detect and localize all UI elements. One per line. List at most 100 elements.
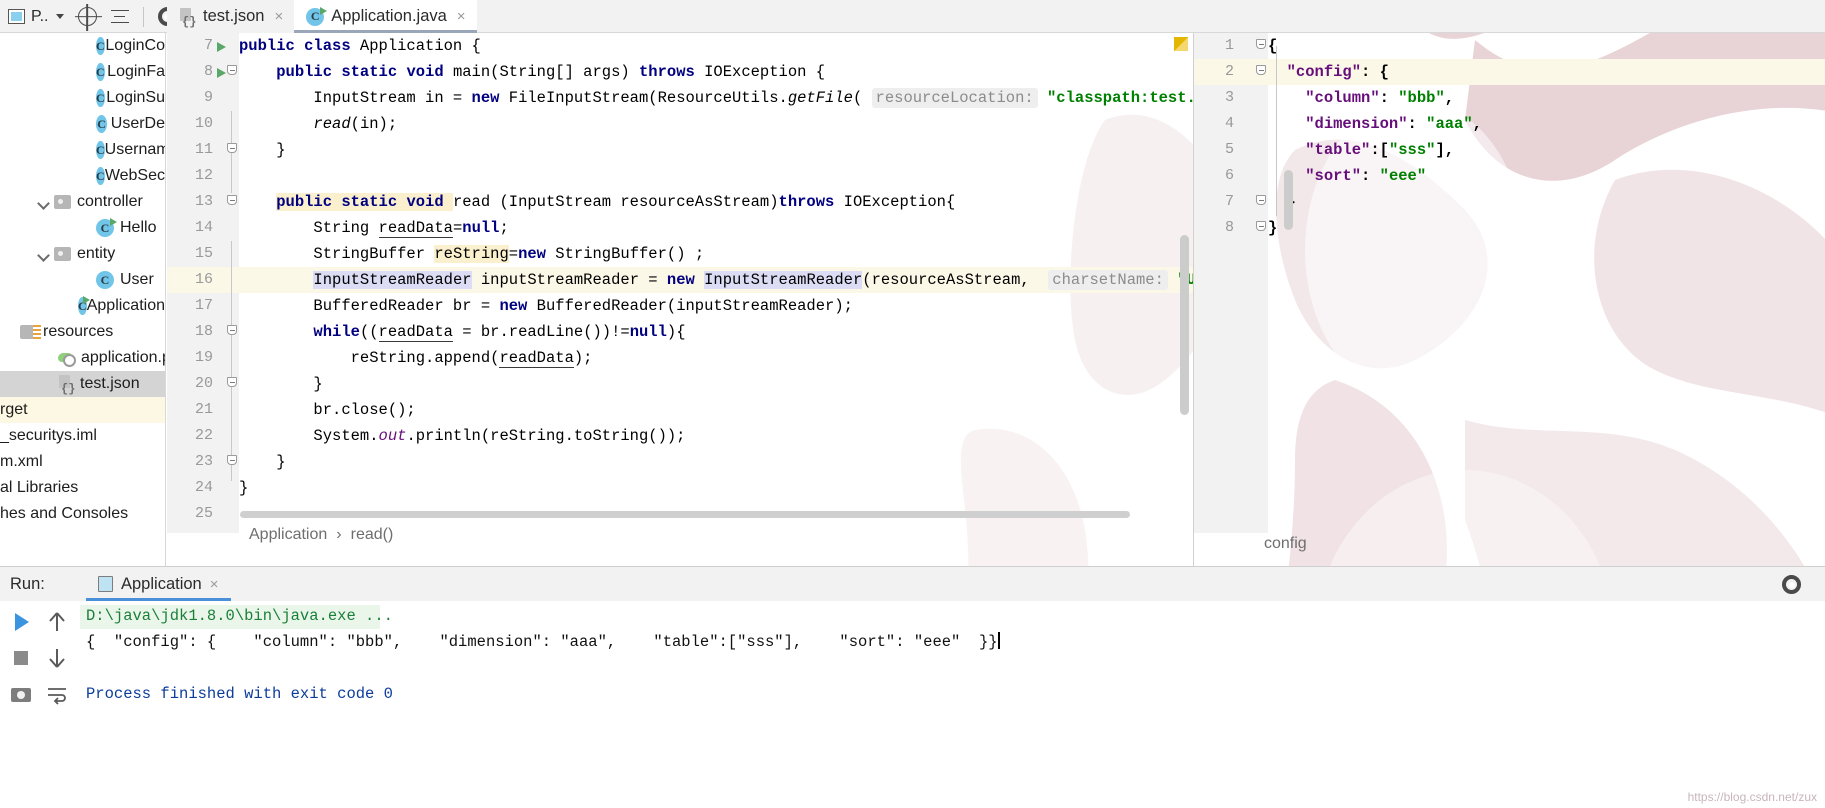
tree-item-application-pro[interactable]: application.pro: [0, 345, 165, 371]
json-file-icon: [58, 375, 75, 396]
java-class-icon: C: [96, 89, 105, 107]
tab-application-java[interactable]: C Application.java ×: [294, 0, 477, 33]
code-line-8: public static void main(String[] args) t…: [276, 63, 826, 81]
json-breadcrumb[interactable]: config: [1194, 527, 1825, 560]
soft-wrap-icon[interactable]: [44, 681, 70, 707]
run-panel-header: Run: Application ×: [0, 567, 1825, 601]
fold-toggle-icon[interactable]: [225, 189, 239, 215]
run-console-output[interactable]: D:\java\jdk1.8.0\bin\java.exe ... { "con…: [76, 601, 1825, 808]
close-icon[interactable]: ×: [274, 8, 283, 25]
tree-item-usernam[interactable]: C Usernam: [0, 137, 165, 163]
tree-item-label: LoginSu: [106, 89, 165, 106]
java-class-icon: C: [96, 271, 114, 289]
line-number: 8: [1224, 219, 1234, 236]
tree-item-application[interactable]: C Application: [0, 293, 165, 319]
tree-item-hes-and-consoles[interactable]: hes and Consoles: [0, 501, 165, 527]
tree-item-hello[interactable]: C Hello: [0, 215, 165, 241]
line-number: 1: [1224, 37, 1234, 54]
tree-item-loginfa[interactable]: C LoginFa: [0, 59, 165, 85]
code-line-9: InputStream in = new FileInputStream(Res…: [239, 85, 1193, 111]
json-breadcrumb-label[interactable]: config: [1264, 535, 1307, 553]
project-tree[interactable]: C LoginCo C LoginFa C LoginSu C UserDe C Usernam C…: [0, 33, 166, 566]
line-number: 4: [1224, 115, 1234, 132]
chevron-down-icon[interactable]: [36, 195, 51, 210]
fold-toggle-icon[interactable]: [225, 449, 239, 475]
tree-item-user[interactable]: C User: [0, 267, 165, 293]
project-view-selector[interactable]: P..: [8, 8, 64, 26]
json-line-1: {: [1268, 37, 1278, 55]
tree-item-label: al Libraries: [0, 479, 79, 496]
fold-toggle-icon[interactable]: [225, 59, 239, 85]
tree-item-websec[interactable]: C WebSec: [0, 163, 165, 189]
line-number: 13: [194, 193, 213, 210]
line-number: 23: [194, 453, 213, 470]
run-tab-application[interactable]: Application ×: [86, 567, 231, 601]
param-hint-resource-location: resourceLocation:: [871, 88, 1038, 108]
screenshot-icon[interactable]: [8, 681, 34, 707]
editor-breadcrumb[interactable]: Application › read(): [167, 518, 1193, 551]
collapse-all-icon[interactable]: [110, 8, 129, 26]
tree-item-loginsu[interactable]: C LoginSu: [0, 85, 165, 111]
tree-item-test-json[interactable]: test.json: [0, 371, 165, 397]
tree-item-securitys-iml[interactable]: _securitys.iml: [0, 423, 165, 449]
tab-test-json[interactable]: test.json ×: [167, 0, 295, 33]
tree-item-al-libraries[interactable]: al Libraries: [0, 475, 165, 501]
stop-icon[interactable]: [8, 645, 34, 671]
code-line-10: read(in);: [313, 115, 398, 133]
code-line-7: public class Application {: [239, 37, 481, 55]
line-number: 11: [194, 141, 213, 158]
breadcrumb-method[interactable]: read(): [351, 526, 394, 544]
tree-item-entity[interactable]: entity: [0, 241, 165, 267]
tree-item-userde[interactable]: C UserDe: [0, 111, 165, 137]
json-vertical-scrollbar[interactable]: [1284, 170, 1293, 230]
console-command: D:\java\jdk1.8.0\bin\java.exe ...: [86, 607, 393, 625]
fold-toggle-icon[interactable]: [225, 137, 239, 163]
line-number: 15: [194, 245, 213, 262]
up-arrow-icon[interactable]: [44, 609, 70, 635]
line-number: 22: [194, 427, 213, 444]
breadcrumb-class[interactable]: Application: [249, 526, 327, 544]
code-line-14: String readData=null;: [239, 219, 509, 238]
run-gutter-icon[interactable]: [217, 42, 226, 52]
fold-toggle-icon[interactable]: [1254, 215, 1268, 241]
tree-item-resources[interactable]: resources: [0, 319, 165, 345]
json-fold-column: [1252, 33, 1268, 533]
warning-marker-icon[interactable]: [1174, 37, 1188, 51]
gear-icon[interactable]: [1782, 575, 1801, 594]
tree-item-label: Usernam: [104, 141, 166, 158]
editor-horizontal-scrollbar[interactable]: [240, 511, 1130, 518]
java-class-icon: C: [96, 37, 105, 55]
java-class-run-icon: C: [306, 6, 328, 26]
properties-file-icon: [58, 350, 76, 367]
line-number: 19: [194, 349, 213, 366]
editor-splitter[interactable]: [1193, 33, 1194, 566]
run-icon[interactable]: [8, 609, 34, 635]
fold-toggle-icon[interactable]: [225, 371, 239, 397]
tree-item-label: controller: [77, 193, 143, 210]
tree-item-label: UserDe: [110, 115, 165, 132]
fold-toggle-icon[interactable]: [225, 319, 239, 345]
json-editor-pane[interactable]: test.json × 1{2 "config": {3 "column": "…: [1174, 0, 1825, 566]
line-number: 7: [203, 37, 213, 54]
java-class-icon: C: [96, 141, 105, 159]
editor-vertical-scrollbar[interactable]: [1180, 235, 1189, 415]
console-exit-message: Process finished with exit code 0: [86, 685, 393, 703]
tree-item-loginco[interactable]: C LoginCo: [0, 33, 165, 59]
fold-toggle-icon[interactable]: [1254, 33, 1268, 59]
tree-item-controller[interactable]: controller: [0, 189, 165, 215]
code-editor[interactable]: 7 8 9 10 11 12 13 14 15 16 17 18 19 20 21 22 23 24 25 publ…: [167, 33, 1193, 533]
folder-icon: [54, 195, 71, 209]
json-line-2: "config": {: [1286, 63, 1389, 81]
down-arrow-icon[interactable]: [44, 645, 70, 671]
fold-toggle-icon[interactable]: [1254, 189, 1268, 215]
close-icon[interactable]: ×: [210, 576, 219, 593]
chevron-down-icon[interactable]: [36, 247, 51, 262]
line-number: 6: [1224, 167, 1234, 184]
json-line-8: }: [1268, 219, 1278, 237]
close-icon[interactable]: ×: [457, 8, 466, 25]
locate-icon[interactable]: [77, 7, 97, 26]
fold-toggle-icon[interactable]: [1254, 59, 1268, 85]
tree-item-m-xml[interactable]: m.xml: [0, 449, 165, 475]
tree-item-rget[interactable]: rget: [0, 397, 165, 423]
code-line-22: System.out.println(reString.toString());: [239, 427, 686, 445]
